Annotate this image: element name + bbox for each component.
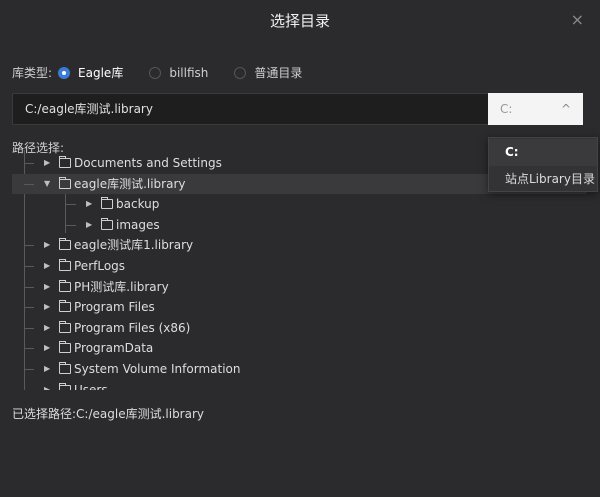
- radio-dot-icon: [234, 66, 247, 79]
- drive-option-site-library[interactable]: 站点Library目录: [489, 166, 597, 192]
- drive-option-c[interactable]: C:: [489, 139, 597, 166]
- tree-node-label: eagle库测试.library: [74, 176, 186, 191]
- tree-connector: [24, 348, 34, 350]
- tree-connector: [24, 245, 34, 247]
- caret-right-icon[interactable]: ▶: [44, 277, 50, 297]
- tree-node[interactable]: ▶ System Volume Information: [12, 359, 587, 379]
- tree-node[interactable]: ▶ PerfLogs: [12, 256, 587, 276]
- folder-icon: [59, 341, 71, 354]
- tree-node-label: System Volume Information: [74, 362, 241, 376]
- drive-select[interactable]: C: ^: [488, 93, 583, 125]
- tree-connector: [24, 163, 34, 164]
- drive-dropdown: C: 站点Library目录: [488, 137, 598, 192]
- tree-connector: [66, 204, 76, 206]
- selected-path-value: C:/eagle库测试.library: [76, 407, 205, 421]
- tree-node-label: Users: [74, 382, 108, 390]
- close-icon[interactable]: ×: [571, 10, 584, 29]
- tree-node[interactable]: ▶ eagle测试库1.library: [12, 235, 587, 255]
- tree-node[interactable]: ▶ images: [12, 215, 587, 235]
- dialog-title: 选择目录: [269, 12, 330, 30]
- folder-icon: [59, 259, 71, 271]
- selected-path: 已选择路径:C:/eagle库测试.library: [12, 405, 204, 422]
- folder-icon: [101, 197, 113, 210]
- tree-connector: [24, 183, 34, 185]
- caret-right-icon[interactable]: ▶: [44, 359, 50, 379]
- folder-icon: [59, 238, 71, 251]
- tree-node[interactable]: ▶ PH测试库.library: [12, 277, 587, 297]
- folder-icon: [59, 362, 71, 374]
- tree-node[interactable]: ▶ ProgramData: [12, 338, 587, 358]
- folder-icon: [59, 320, 71, 333]
- radio-label: billfish: [169, 65, 209, 80]
- tree-node-label: Documents and Settings: [74, 156, 222, 170]
- tree-node-label: PerfLogs: [74, 259, 126, 273]
- radio-label: 普通目录: [254, 66, 303, 80]
- radio-dot-icon: [149, 66, 162, 79]
- radio-dot-icon: [58, 66, 71, 79]
- caret-right-icon[interactable]: ▶: [44, 318, 50, 338]
- tree-node-label: ProgramData: [74, 341, 154, 356]
- radio-eagle[interactable]: Eagle库: [58, 64, 123, 81]
- tree-connector: [66, 224, 76, 226]
- tree-node-label: PH测试库.library: [74, 279, 169, 294]
- tree-connector: [24, 266, 34, 267]
- tree-node-label: Program Files: [74, 300, 155, 315]
- tree-node[interactable]: ▶ Program Files: [12, 297, 587, 317]
- library-type-label: 库类型:: [12, 66, 53, 80]
- path-input[interactable]: C:/eagle库测试.library: [12, 93, 488, 125]
- caret-right-icon[interactable]: ▶: [44, 235, 50, 255]
- tree-node-label: eagle测试库1.library: [74, 238, 194, 253]
- caret-right-icon[interactable]: ▶: [44, 153, 50, 173]
- caret-right-icon[interactable]: ▶: [44, 297, 50, 317]
- folder-icon: [59, 382, 71, 390]
- tree-connector: [24, 369, 34, 370]
- tree-node-label: Program Files (x86): [74, 320, 191, 335]
- radio-plain-folder[interactable]: 普通目录: [234, 64, 302, 81]
- caret-right-icon[interactable]: ▶: [44, 256, 50, 276]
- folder-icon: [59, 279, 71, 292]
- tree-node[interactable]: ▶ Program Files (x86): [12, 318, 587, 338]
- tree-node-label: images: [116, 217, 160, 232]
- radio-billfish[interactable]: billfish: [149, 66, 208, 80]
- caret-right-icon[interactable]: ▶: [44, 338, 50, 358]
- tree-node[interactable]: ▶ Users: [12, 380, 587, 390]
- radio-label: Eagle库: [78, 66, 124, 80]
- chevron-up-icon: ^: [560, 102, 571, 116]
- folder-icon: [59, 300, 71, 313]
- tree-connector: [24, 327, 34, 329]
- folder-icon: [59, 156, 71, 168]
- tree-node[interactable]: ▶ backup: [12, 194, 587, 214]
- tree-connector: [24, 286, 34, 288]
- tree-node-label: backup: [116, 197, 160, 212]
- drive-value: C:: [500, 102, 513, 116]
- caret-right-icon[interactable]: ▶: [44, 380, 50, 390]
- caret-down-icon[interactable]: ▼: [44, 174, 50, 194]
- caret-right-icon[interactable]: ▶: [86, 194, 92, 214]
- library-type-group: 库类型: Eagle库 billfish 普通目录: [12, 64, 328, 81]
- folder-icon: [101, 217, 113, 230]
- tree-connector: [24, 307, 34, 309]
- selected-path-label: 已选择路径:: [12, 407, 77, 421]
- folder-icon: [59, 176, 71, 189]
- caret-right-icon[interactable]: ▶: [86, 215, 92, 235]
